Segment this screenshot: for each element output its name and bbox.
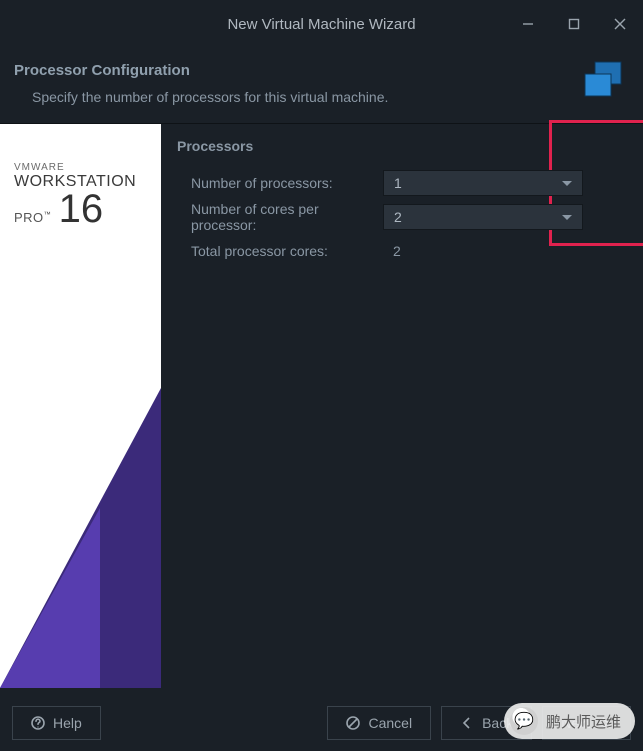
minimize-icon — [522, 18, 534, 30]
cancel-button[interactable]: Cancel — [327, 706, 431, 740]
row-total-cores: Total processor cores: 2 — [177, 236, 621, 266]
sidebar-artwork: VMWARE WORKSTATION PRO™ 16 — [0, 124, 161, 688]
cancel-label: Cancel — [368, 715, 412, 731]
wizard-body: VMWARE WORKSTATION PRO™ 16 Processors Nu… — [0, 124, 643, 688]
close-button[interactable] — [597, 0, 643, 48]
page-subtitle: Specify the number of processors for thi… — [14, 89, 629, 105]
brand-pro: PRO — [14, 210, 44, 225]
watermark-avatar: 💬 — [510, 707, 538, 735]
wizard-header: Processor Configuration Specify the numb… — [0, 48, 643, 124]
watermark-overlay: 💬 鹏大师运维 — [504, 703, 635, 739]
value-num-processors: 1 — [394, 175, 402, 191]
titlebar: New Virtual Machine Wizard — [0, 0, 643, 48]
brand-tm: ™ — [44, 211, 51, 218]
brand-line1: VMWARE — [14, 162, 136, 173]
main-panel: Processors Number of processors: 1 Numbe… — [161, 124, 643, 688]
label-num-processors: Number of processors: — [177, 175, 383, 191]
help-label: Help — [53, 715, 82, 731]
chevron-down-icon — [562, 181, 572, 186]
brand-version: 16 — [59, 191, 104, 227]
cancel-icon — [346, 716, 360, 730]
chevron-left-icon — [460, 716, 474, 730]
window-controls — [505, 0, 643, 48]
label-total-cores: Total processor cores: — [177, 243, 383, 259]
page-title: Processor Configuration — [14, 62, 629, 79]
dropdown-cores-per-processor[interactable]: 2 — [383, 204, 583, 230]
label-cores-per-processor: Number of cores per processor: — [177, 201, 383, 233]
close-icon — [614, 18, 626, 30]
chevron-down-icon — [562, 215, 572, 220]
row-cores-per-processor: Number of cores per processor: 2 — [177, 202, 621, 232]
value-cores-per-processor: 2 — [394, 209, 402, 225]
value-total-cores: 2 — [383, 243, 401, 259]
minimize-button[interactable] — [505, 0, 551, 48]
processor-hero-icon — [581, 60, 625, 103]
dropdown-num-processors[interactable]: 1 — [383, 170, 583, 196]
maximize-icon — [568, 18, 580, 30]
help-button[interactable]: Help — [12, 706, 101, 740]
maximize-button[interactable] — [551, 0, 597, 48]
product-brand: VMWARE WORKSTATION PRO™ 16 — [14, 162, 136, 227]
section-title-processors: Processors — [177, 138, 621, 154]
row-num-processors: Number of processors: 1 — [177, 168, 621, 198]
help-icon — [31, 716, 45, 730]
watermark-text: 鹏大师运维 — [546, 711, 621, 732]
